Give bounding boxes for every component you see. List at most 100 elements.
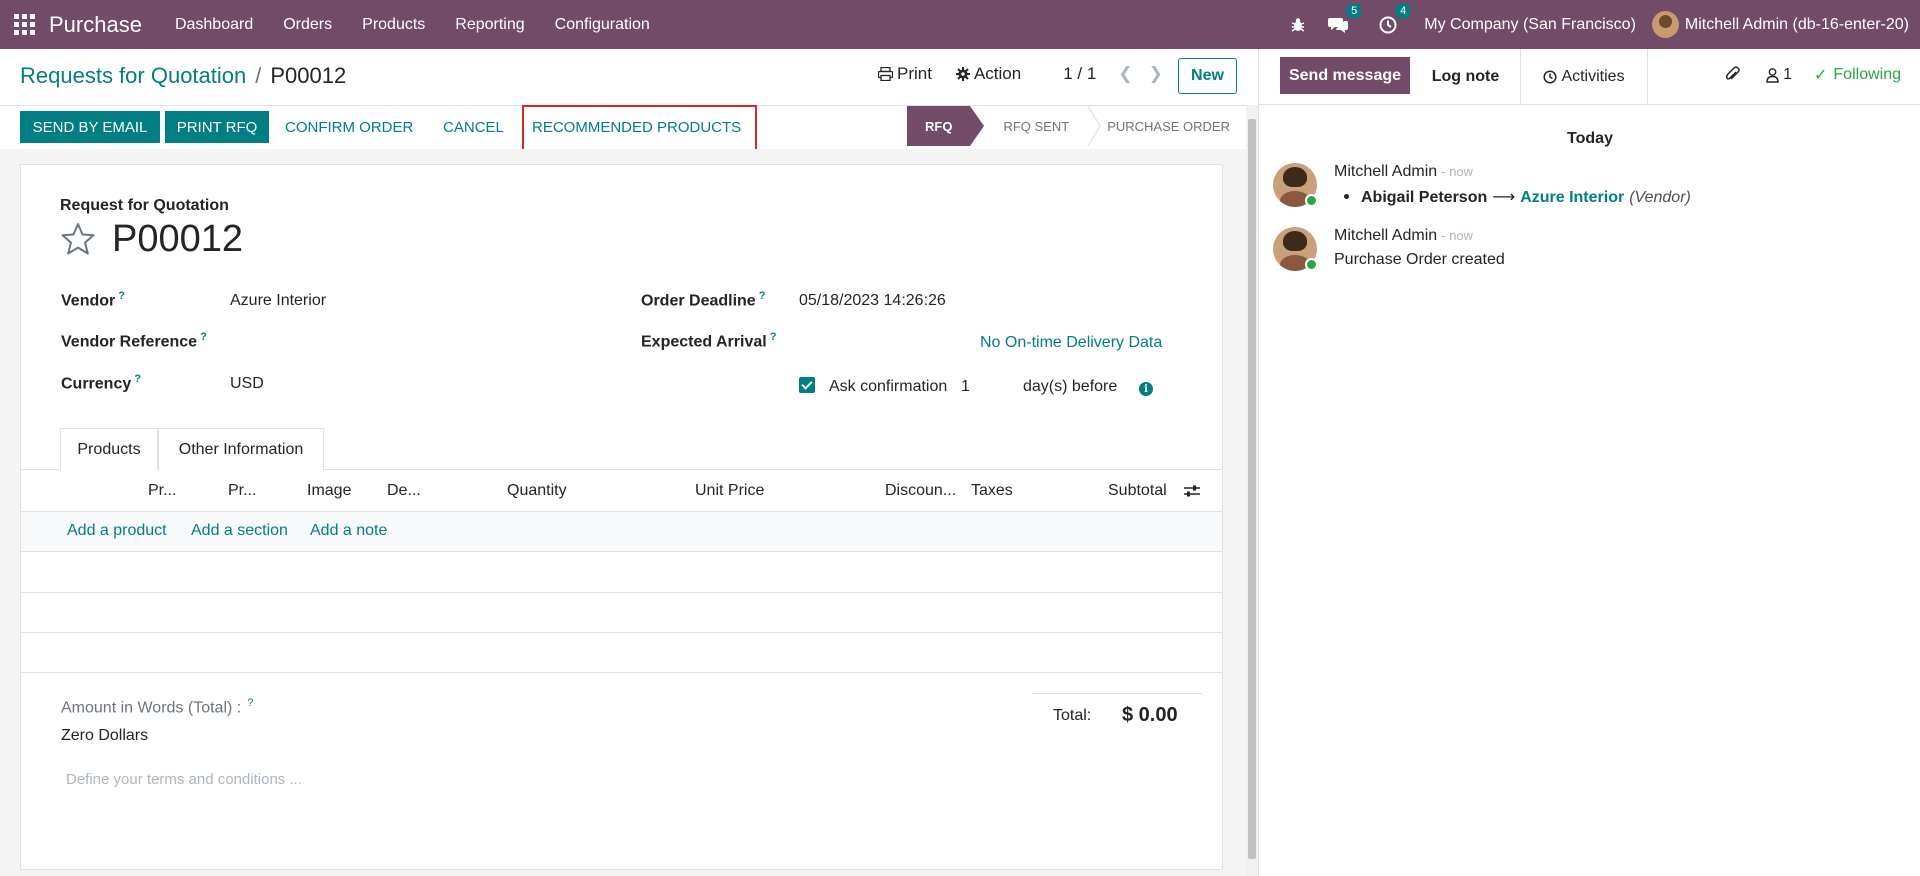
user-icon <box>1766 67 1779 83</box>
add-line-row: Add a product Add a section Add a note <box>21 512 1222 552</box>
log-note-button[interactable]: Log note <box>1411 49 1521 105</box>
activities-label: Activities <box>1561 68 1625 85</box>
tab-products[interactable]: Products <box>60 428 158 471</box>
pager-value[interactable]: 1 / 1 <box>1063 64 1096 84</box>
amount-in-words-value: Zero Dollars <box>61 727 149 744</box>
empty-row <box>21 553 1222 593</box>
following-button[interactable]: ✓ Following <box>1814 65 1901 85</box>
col-image[interactable]: Image <box>307 482 351 500</box>
stage-rfq-sent[interactable]: RFQ SENT <box>970 106 1087 146</box>
company-switcher[interactable]: My Company (San Francisco) <box>1424 16 1636 34</box>
tracking-new-value: Azure Interior <box>1520 189 1625 206</box>
breadcrumb-separator: / <box>255 63 262 88</box>
action-menu-button[interactable]: Action <box>955 64 1022 84</box>
pager-previous-icon[interactable]: ❮ <box>1118 64 1132 84</box>
col-quantity[interactable]: Quantity <box>507 482 567 500</box>
ask-confirmation-label: Ask confirmation <box>829 378 948 395</box>
activities-badge: 4 <box>1396 3 1411 18</box>
highlight-annotation <box>522 105 757 153</box>
empty-row <box>21 593 1222 633</box>
message-time: - now <box>1441 164 1473 179</box>
ask-confirmation-days-field[interactable]: 1 <box>961 378 970 396</box>
expected-arrival-label: Expected Arrival? <box>641 331 777 351</box>
col-description[interactable]: De... <box>387 482 421 500</box>
col-unit-price[interactable]: Unit Price <box>695 482 764 500</box>
print-menu-button[interactable]: Print <box>878 64 932 84</box>
attachment-paperclip-icon[interactable] <box>1724 66 1740 84</box>
menu-orders[interactable]: Orders <box>283 16 332 34</box>
navbar-systray: 5 4 My Company (San Francisco) Mitchell … <box>1279 0 1920 49</box>
following-label: Following <box>1833 66 1901 83</box>
form-scrollbar[interactable] <box>1246 105 1258 876</box>
stage-rfq[interactable]: RFQ <box>907 106 986 146</box>
notebook-tabs: Products Other Information <box>20 428 1223 471</box>
vendor-label: Vendor? <box>61 290 125 310</box>
menu-reporting[interactable]: Reporting <box>455 16 524 34</box>
col-taxes[interactable]: Taxes <box>971 482 1013 500</box>
cancel-button[interactable]: CANCEL <box>443 111 504 143</box>
add-note-link[interactable]: Add a note <box>310 522 387 540</box>
activities-button[interactable]: Activities <box>1521 49 1648 105</box>
menu-products[interactable]: Products <box>362 16 425 34</box>
ask-confirmation-checkbox[interactable] <box>799 377 815 393</box>
print-rfq-button[interactable]: PRINT RFQ <box>165 111 269 143</box>
author-name[interactable]: Mitchell Admin <box>1334 227 1437 244</box>
send-by-email-button[interactable]: SEND BY EMAIL <box>20 111 160 143</box>
control-panel-actions: Print Action 1 / 1 ❮ ❯ <box>878 64 1171 84</box>
order-deadline-field[interactable]: 05/18/2023 14:26:26 <box>799 292 946 310</box>
new-button[interactable]: New <box>1178 58 1237 94</box>
messages-icon[interactable]: 5 <box>1328 3 1362 34</box>
author-name[interactable]: Mitchell Admin <box>1334 163 1437 180</box>
info-icon[interactable]: i <box>1139 382 1153 396</box>
breadcrumb-current: P00012 <box>270 63 347 88</box>
app-brand[interactable]: Purchase <box>49 12 142 38</box>
optional-columns-icon[interactable] <box>1184 484 1200 498</box>
col-discount[interactable]: Discoun... <box>885 482 956 500</box>
total-label: Total: <box>1053 707 1092 724</box>
scrollbar-thumb[interactable] <box>1248 119 1256 859</box>
arrow-right-icon: ⟶ <box>1492 189 1516 206</box>
empty-row <box>21 633 1222 673</box>
total-divider <box>1032 693 1202 694</box>
tab-other-information[interactable]: Other Information <box>158 428 324 470</box>
apps-menu-icon[interactable] <box>13 14 35 36</box>
debug-bug-icon[interactable] <box>1290 17 1306 33</box>
action-label: Action <box>973 64 1022 83</box>
online-status-icon <box>1305 258 1318 271</box>
add-product-link[interactable]: Add a product <box>67 522 167 540</box>
order-deadline-label: Order Deadline? <box>641 290 766 310</box>
priority-star-icon[interactable] <box>60 222 96 256</box>
vendor-reference-field[interactable] <box>230 333 610 355</box>
stage-chevron <box>1087 105 1101 147</box>
col-product-variant[interactable]: Pr... <box>228 482 256 500</box>
ask-confirmation-suffix: day(s) before <box>1023 378 1118 395</box>
tracking-field-name: (Vendor) <box>1629 189 1691 206</box>
document-type-label: Request for Quotation <box>60 197 229 214</box>
menu-configuration[interactable]: Configuration <box>555 16 650 34</box>
tracking-old-value: Abigail Peterson <box>1361 189 1488 206</box>
currency-field[interactable]: USD <box>230 375 264 393</box>
activities-clock-icon[interactable]: 4 <box>1379 3 1411 34</box>
col-product[interactable]: Pr... <box>148 482 176 500</box>
currency-label: Currency? <box>61 373 141 393</box>
user-menu[interactable]: Mitchell Admin (db-16-enter-20) <box>1651 11 1909 38</box>
col-subtotal[interactable]: Subtotal <box>1108 482 1167 500</box>
messages-badge: 5 <box>1347 3 1362 18</box>
menu-dashboard[interactable]: Dashboard <box>175 16 253 34</box>
print-icon <box>878 67 893 81</box>
message-time: - now <box>1441 228 1473 243</box>
send-message-button[interactable]: Send message <box>1280 57 1410 94</box>
total-value: $ 0.00 <box>1122 704 1178 726</box>
clock-icon <box>1543 70 1557 84</box>
pager-next-icon[interactable]: ❯ <box>1149 64 1163 84</box>
followers-button[interactable]: 1 <box>1766 66 1792 84</box>
vendor-field[interactable]: Azure Interior <box>230 292 326 310</box>
breadcrumb-parent[interactable]: Requests for Quotation <box>20 63 246 89</box>
terms-conditions-field[interactable]: Define your terms and conditions ... <box>66 771 302 788</box>
confirm-order-button[interactable]: CONFIRM ORDER <box>285 111 413 143</box>
message-body: Purchase Order created <box>1334 251 1505 268</box>
on-time-delivery-link[interactable]: No On-time Delivery Data <box>980 334 1162 352</box>
add-section-link[interactable]: Add a section <box>191 522 288 540</box>
record-reference: P00012 <box>112 218 244 260</box>
stage-purchase-order[interactable]: PURCHASE ORDER <box>1101 106 1248 146</box>
